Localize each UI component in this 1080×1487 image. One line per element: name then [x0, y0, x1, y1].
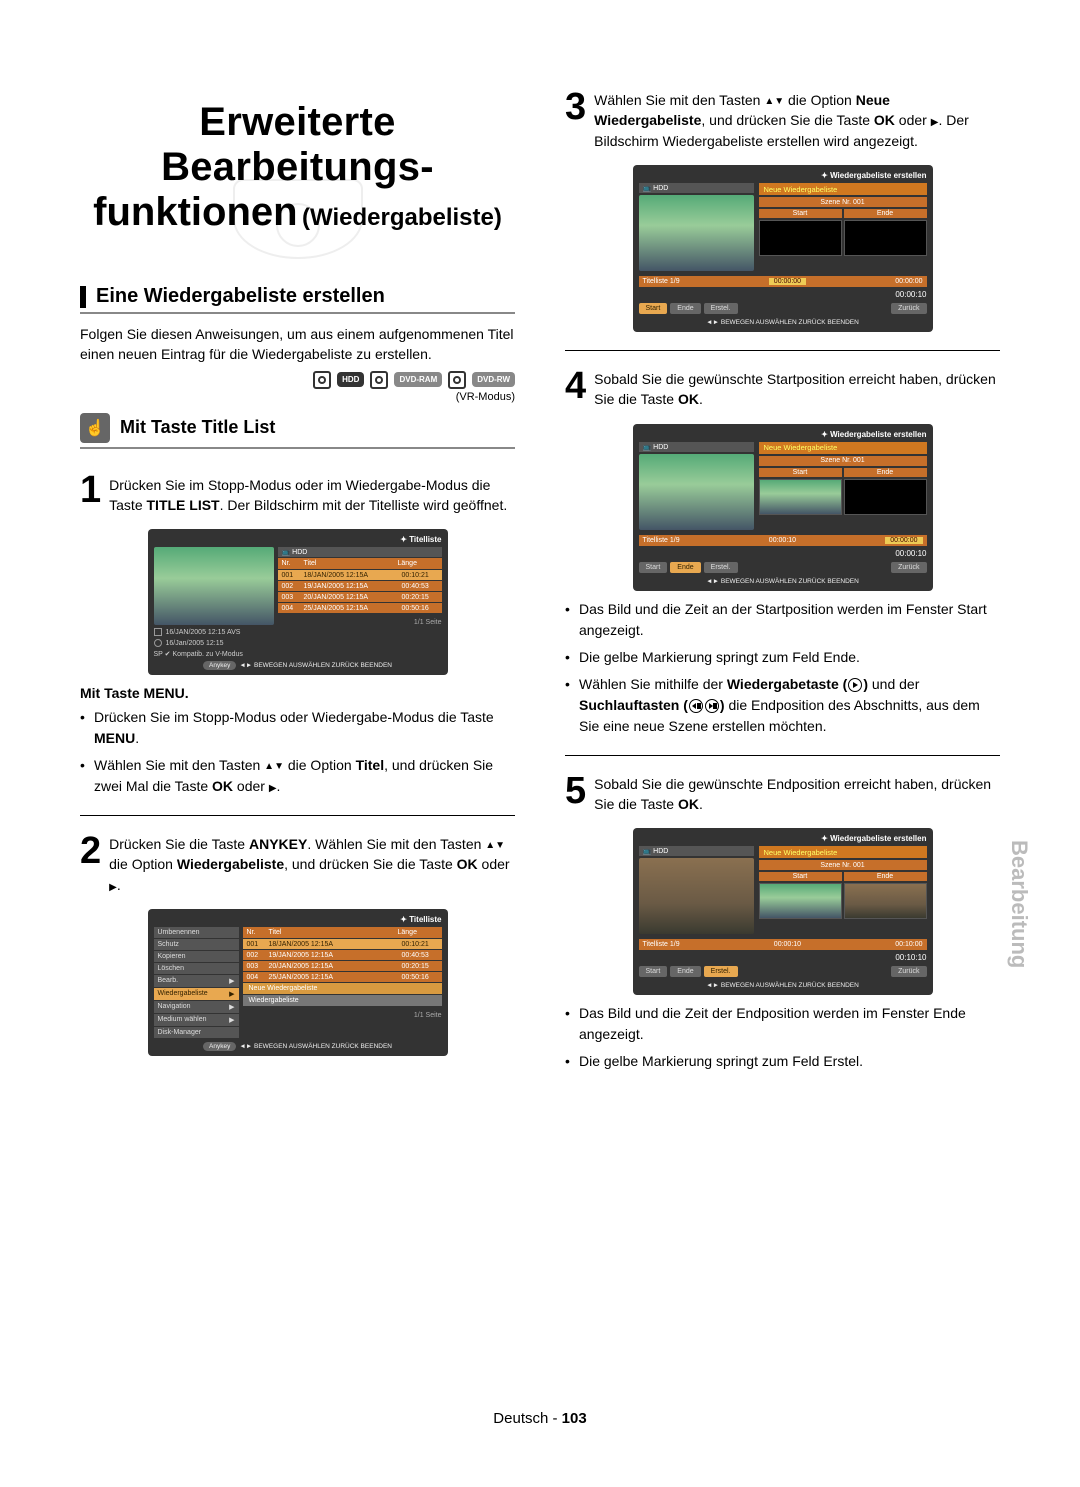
play-icon: [848, 678, 862, 692]
menu-item: Bearb.▶: [154, 975, 239, 987]
badge-dvdrw: DVD-RW: [472, 372, 515, 387]
page-footer: Deutsch - 103: [0, 1410, 1080, 1427]
title-line-2: funktionen: [93, 190, 297, 234]
submenu-item: Neue Wiedergabeliste: [243, 983, 442, 994]
menu-item: Kopieren: [154, 951, 239, 962]
section-heading-text: Eine Wiedergabeliste erstellen: [96, 285, 385, 308]
step-body: Sobald Sie die gewünschte Endposition er…: [594, 774, 1000, 815]
osd-playlist-create: Wiedergabeliste erstellen 📺 HDD Neue Wie…: [633, 828, 933, 995]
disc-icon: [448, 371, 466, 389]
step-number: 3: [565, 90, 586, 151]
title-subtitle: (Wiedergabeliste): [302, 204, 502, 231]
media-badges: HDD DVD-RAM DVD-RW: [80, 371, 515, 389]
step-4: 4 Sobald Sie die gewünschte Startpositio…: [565, 369, 1000, 410]
step-body: Drücken Sie im Stopp-Modus oder im Wiede…: [109, 473, 515, 516]
osd-row: 00219/JAN/2005 12:15A00:40:53: [278, 581, 442, 591]
menu-item: Disk-Manager: [154, 1027, 239, 1038]
step-body: Sobald Sie die gewünschte Startposition …: [594, 369, 1000, 410]
bullet-list: Das Bild und die Zeit an der Startpositi…: [565, 599, 1000, 737]
step-3: 3 Wählen Sie mit den Tasten die Option N…: [565, 90, 1000, 151]
vr-mode-note: (VR-Modus): [80, 391, 515, 403]
disc-icon: [370, 371, 388, 389]
step-number: 2: [80, 834, 101, 895]
hand-icon: ☝: [80, 413, 110, 443]
menu-item: Navigation▶: [154, 1001, 239, 1013]
menu-item: Umbenennen: [154, 927, 239, 938]
section-heading: Eine Wiedergabeliste erstellen: [80, 285, 515, 314]
osd-preview: [154, 547, 274, 625]
bullet-list: Drücken Sie im Stopp-Modus oder Wiederga…: [80, 707, 515, 797]
menu-item: Löschen: [154, 963, 239, 974]
step-2: 2 Drücken Sie die Taste ANYKEY. Wählen S…: [80, 834, 515, 895]
osd-btn-start: Start: [639, 303, 668, 314]
sub-label-menu: Mit Taste MENU.: [80, 685, 515, 701]
menu-item: Schutz: [154, 939, 239, 950]
badge-dvdram: DVD-RAM: [394, 372, 442, 387]
osd-title: Titelliste: [154, 915, 442, 924]
anykey-pill: Anykey: [203, 661, 236, 670]
osd-btn-erstel: Erstel.: [704, 303, 738, 314]
osd-playlist-create: Wiedergabeliste erstellen 📺 HDD Neue Wie…: [633, 165, 933, 332]
step-body: Drücken Sie die Taste ANYKEY. Wählen Sie…: [109, 834, 515, 895]
osd-row: 00118/JAN/2005 12:15A00:10:21: [278, 570, 442, 580]
osd-row: 00320/JAN/2005 12:15A00:20:15: [278, 592, 442, 602]
rewind-icon: [689, 699, 703, 713]
osd-table-head: Nr.TitelLänge: [278, 558, 442, 569]
page-title-block: Erweiterte Bearbeitungs- funktionen (Wie…: [80, 90, 515, 255]
menu-item-active: Wiedergabeliste▶: [154, 988, 239, 1000]
badge-hdd: HDD: [337, 372, 364, 387]
step-5: 5 Sobald Sie die gewünschte Endposition …: [565, 774, 1000, 815]
osd-preview: [639, 195, 754, 271]
sub-heading: Mit Taste Title List: [120, 417, 275, 438]
step-number: 5: [565, 774, 586, 815]
osd-preview: [639, 454, 754, 530]
osd-title: Titelliste: [154, 535, 442, 544]
step-number: 4: [565, 369, 586, 410]
menu-item: Medium wählen▶: [154, 1014, 239, 1026]
osd-hdd-label: 📺 HDD: [278, 547, 442, 557]
osd-preview: [639, 858, 754, 934]
step-number: 1: [80, 473, 101, 516]
osd-row: 00425/JAN/2005 12:15A00:50:16: [278, 603, 442, 613]
step-1: 1 Drücken Sie im Stopp-Modus oder im Wie…: [80, 473, 515, 516]
title-line-1: Erweiterte Bearbeitungs-: [80, 100, 515, 190]
disc-icon: [313, 371, 331, 389]
osd-btn-ende: Ende: [670, 303, 700, 314]
osd-menu: Titelliste Umbenennen Schutz Kopieren Lö…: [148, 909, 448, 1056]
osd-playlist-create: Wiedergabeliste erstellen 📺 HDD Neue Wie…: [633, 424, 933, 591]
osd-btn-zurueck: Zurück: [891, 303, 926, 314]
osd-titlelist: Titelliste 16/JAN/2005 12:15 AVS 16/Jan/…: [148, 529, 448, 675]
bullet-list: Das Bild und die Zeit der Endposition we…: [565, 1003, 1000, 1072]
submenu-item: Wiedergabeliste: [243, 995, 442, 1006]
forward-icon: [705, 699, 719, 713]
side-tab: Bearbeitung: [1006, 840, 1032, 968]
section-intro: Folgen Sie diesen Anweisungen, um aus ei…: [80, 324, 515, 365]
step-body: Wählen Sie mit den Tasten die Option Neu…: [594, 90, 1000, 151]
